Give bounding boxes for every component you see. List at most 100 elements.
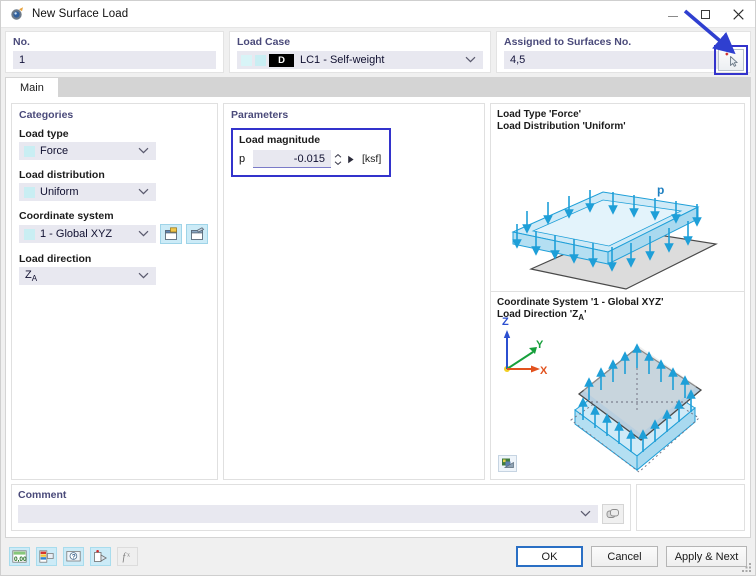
preview-pane-coordinate-system: Coordinate System '1 - Global XYZ' Load D… (491, 291, 744, 479)
maximize-icon[interactable] (689, 1, 722, 27)
select-surfaces-button[interactable] (718, 49, 744, 71)
coordinate-system-select[interactable]: 1 - Global XYZ (19, 225, 156, 243)
assigned-surfaces-label: Assigned to Surfaces No. (504, 36, 632, 48)
categories-title: Categories (19, 109, 74, 121)
comment-input-row (18, 504, 624, 524)
copy-icon (606, 509, 619, 518)
comment-group: Comment (11, 484, 631, 531)
load-direction-value: ZA (25, 268, 38, 284)
decimal-places-icon: 0,00 (12, 550, 27, 563)
new-coordinate-system-button[interactable] (160, 224, 182, 244)
load-case-select[interactable]: D LC1 - Self-weight (237, 51, 483, 69)
resize-grip-icon[interactable] (741, 562, 752, 573)
chevron-down-icon (138, 228, 149, 240)
help-button[interactable]: ? (63, 547, 84, 566)
pick-cursor-icon (725, 52, 738, 67)
comment-side-panel (636, 484, 745, 531)
display-properties-button[interactable] (36, 547, 57, 566)
edit-coordinate-system-button[interactable] (186, 224, 208, 244)
preview-caption-bottom: Coordinate System '1 - Global XYZ' Load D… (497, 297, 664, 322)
formula-button[interactable]: f x (117, 547, 138, 566)
window-controls (656, 1, 755, 27)
assigned-surfaces-input[interactable]: 4,5 (504, 51, 743, 69)
ok-button[interactable]: OK (516, 546, 583, 567)
window-title: New Surface Load (32, 8, 129, 20)
svg-text:0,00: 0,00 (14, 556, 27, 563)
comment-row: Comment (6, 480, 750, 537)
load-direction-label: Load direction (19, 253, 92, 265)
comment-input[interactable] (18, 505, 598, 523)
cancel-button[interactable]: Cancel (591, 546, 658, 567)
parameters-title: Parameters (231, 109, 289, 121)
load-distribution-label: Load distribution (19, 169, 105, 181)
chevron-down-icon (138, 145, 149, 157)
svg-text:X: X (540, 365, 548, 377)
comment-label: Comment (18, 489, 67, 501)
top-fields-row: No. 1 Load Case D LC1 - Self-weight Assi… (1, 28, 755, 75)
coordinate-system-value: 1 - Global XYZ (40, 228, 113, 240)
formula-icon: f x (123, 552, 131, 563)
svg-text:?: ? (72, 553, 76, 560)
coordinate-system-color-swatch (24, 228, 35, 240)
number-group: No. 1 (5, 31, 224, 73)
parameters-panel: Parameters Load magnitude p -0.015 [ksf] (223, 103, 485, 480)
load-case-value: LC1 - Self-weight (300, 54, 385, 66)
select-surfaces-button-wrap (714, 45, 748, 75)
apply-next-button[interactable]: Apply & Next (666, 546, 747, 567)
load-magnitude-input[interactable]: -0.015 (253, 150, 331, 168)
help-icon: ? (66, 551, 81, 562)
app-icon (9, 6, 25, 22)
load-type-label: Load type (19, 128, 69, 140)
load-magnitude-label: Load magnitude (239, 134, 321, 146)
chevron-down-icon (138, 186, 149, 198)
svg-text:f: f (123, 552, 127, 563)
preview-caption-top: Load Type 'Force' Load Distribution 'Unif… (497, 109, 626, 132)
load-case-type-badge: D (269, 53, 294, 67)
panels-row: Categories Load type Force Load distribu… (6, 97, 750, 480)
dialog-window: New Surface Load No. 1 Load Case D LC1 -… (0, 0, 756, 576)
svg-text:Y: Y (536, 339, 544, 351)
tab-main-label: Main (20, 81, 44, 94)
model-info-button[interactable] (90, 547, 111, 566)
new-window-icon (164, 227, 177, 240)
load-type-color-swatch (24, 145, 35, 157)
spinner-next-icon[interactable] (344, 150, 358, 168)
units-decimal-places-button[interactable]: 0,00 (9, 547, 30, 566)
number-label: No. (13, 36, 30, 48)
comment-library-button[interactable] (602, 504, 624, 524)
edit-window-icon (190, 227, 204, 240)
footer-tools: 0,00 ? f x (9, 547, 138, 566)
tab-strip: Main (5, 77, 751, 97)
close-icon[interactable] (722, 1, 755, 27)
axis-triad: Z Y X (502, 316, 548, 377)
load-direction-select[interactable]: ZA (19, 267, 156, 285)
load-magnitude-group: Load magnitude p -0.015 [ksf] (231, 128, 392, 177)
tab-main[interactable]: Main (5, 77, 59, 97)
categories-panel: Categories Load type Force Load distribu… (11, 103, 218, 480)
coordinate-system-row: 1 - Global XYZ (19, 224, 210, 244)
preview-options-button[interactable] (498, 455, 517, 472)
load-case-group: Load Case D LC1 - Self-weight (229, 31, 491, 73)
coordinate-system-label: Coordinate system (19, 210, 114, 222)
load-case-color-swatch-2 (255, 54, 266, 66)
minimize-icon[interactable] (656, 1, 689, 27)
display-properties-icon (39, 550, 54, 563)
chevron-down-icon[interactable] (580, 508, 591, 520)
load-case-color-swatch-1 (241, 54, 252, 66)
load-case-label: Load Case (237, 36, 291, 48)
dialog-content: Categories Load type Force Load distribu… (5, 97, 751, 538)
load-type-select[interactable]: Force (19, 142, 156, 160)
number-input[interactable]: 1 (13, 51, 216, 69)
dialog-footer: 0,00 ? f x OK Cancel Apply & Next (1, 538, 755, 575)
spinner-updown-icon[interactable] (332, 150, 344, 168)
preview-pane-load-type: Load Type 'Force' Load Distribution 'Unif… (491, 104, 744, 291)
title-bar: New Surface Load (1, 1, 755, 28)
chevron-down-icon (465, 54, 476, 66)
chevron-down-icon (138, 270, 149, 282)
preview-panel: Load Type 'Force' Load Distribution 'Unif… (490, 103, 745, 480)
render-settings-icon (501, 458, 514, 468)
load-distribution-color-swatch (24, 186, 35, 198)
assigned-surfaces-group: Assigned to Surfaces No. 4,5 (496, 31, 751, 75)
load-distribution-value: Uniform (40, 186, 79, 198)
load-distribution-select[interactable]: Uniform (19, 183, 156, 201)
